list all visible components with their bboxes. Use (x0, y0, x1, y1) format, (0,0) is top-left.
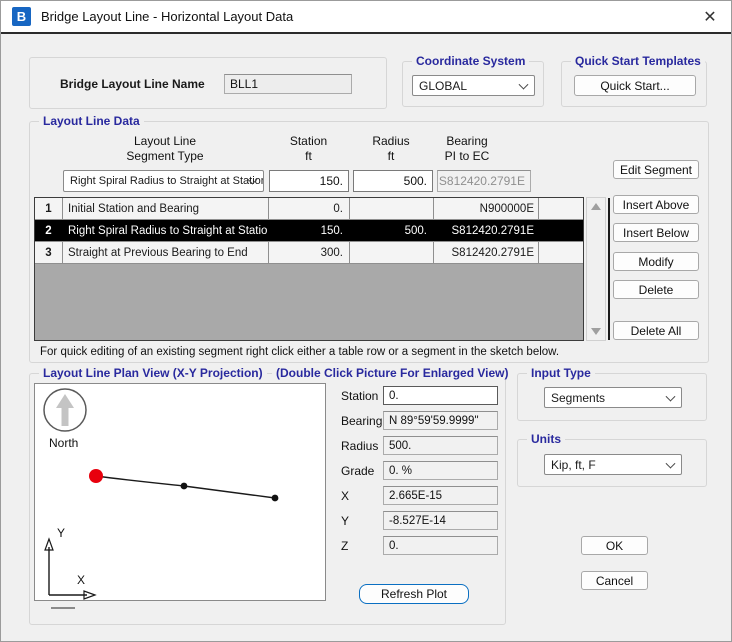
window-title: Bridge Layout Line - Horizontal Layout D… (41, 9, 293, 24)
z-info-field: 0. (383, 536, 498, 555)
coordinate-system-label: Coordinate System (412, 54, 529, 68)
delete-button[interactable]: Delete (613, 280, 699, 299)
x-label: X (341, 489, 349, 503)
quick-start-button[interactable]: Quick Start... (574, 75, 696, 96)
coordinate-system-select[interactable]: GLOBAL (412, 75, 535, 96)
delete-all-button[interactable]: Delete All (613, 321, 699, 340)
coordinate-system-group: Coordinate System GLOBAL (402, 61, 544, 107)
plan-view-canvas[interactable]: Y X North (34, 383, 326, 601)
quick-edit-note: For quick editing of an existing segment… (40, 346, 559, 358)
units-value: Kip, ft, F (551, 458, 596, 472)
axis-x-glyph: X (77, 573, 85, 587)
north-label: North (49, 436, 78, 450)
header-segment-type: Layout Line Segment Type (62, 134, 268, 164)
table-scrollbar[interactable] (586, 197, 606, 341)
input-type-group: Input Type Segments (517, 373, 707, 421)
table-row[interactable]: 3 Straight at Previous Bearing to End 30… (35, 242, 583, 264)
table-row-selected[interactable]: 2 Right Spiral Radius to Straight at Sta… (35, 220, 583, 242)
plan-view-sketch: Y X (35, 384, 325, 600)
radius-edit-field[interactable]: 500. (353, 170, 433, 192)
input-type-label: Input Type (527, 366, 595, 380)
y-label: Y (341, 514, 349, 528)
coordinate-system-value: GLOBAL (419, 79, 467, 93)
scroll-up-icon[interactable] (591, 203, 601, 210)
segment-type-select[interactable]: Right Spiral Radius to Straight at Stati… (63, 170, 264, 192)
layout-line-name-field[interactable] (224, 74, 352, 94)
radius-label: Radius (341, 439, 378, 453)
units-group: Units Kip, ft, F (517, 439, 707, 487)
bridge-layout-dialog: B Bridge Layout Line - Horizontal Layout… (0, 0, 732, 642)
segments-table: 1 Initial Station and Bearing 0. N900000… (34, 197, 584, 341)
x-info-field: 2.665E-15 (383, 486, 498, 505)
station-edit-field[interactable]: 150. (269, 170, 349, 192)
plan-view-label: Layout Line Plan View (X-Y Projection) (39, 366, 267, 380)
name-group: Bridge Layout Line Name (29, 57, 387, 109)
layout-line-name-input[interactable] (230, 75, 351, 93)
modify-button[interactable]: Modify (613, 252, 699, 271)
bearing-label: Bearing (341, 414, 382, 428)
z-label: Z (341, 539, 348, 553)
grade-info-field: 0. % (383, 461, 498, 480)
title-bar: B Bridge Layout Line - Horizontal Layout… (1, 1, 731, 34)
plan-view-sublabel: (Double Click Picture For Enlarged View) (272, 366, 513, 380)
quick-start-group: Quick Start Templates Quick Start... (561, 61, 707, 107)
input-type-select[interactable]: Segments (544, 387, 682, 408)
segment-type-value: Right Spiral Radius to Straight at Stati… (70, 175, 264, 187)
app-icon: B (12, 7, 31, 26)
y-info-field: -8.527E-14 (383, 511, 498, 530)
axis-y-glyph: Y (57, 526, 65, 540)
table-row[interactable]: 1 Initial Station and Bearing 0. N900000… (35, 198, 583, 220)
ok-button[interactable]: OK (581, 536, 648, 555)
cancel-button[interactable]: Cancel (581, 571, 648, 590)
refresh-plot-button[interactable]: Refresh Plot (359, 584, 469, 604)
bearing-info-field: N 89°59'59.9999" (383, 411, 498, 430)
divider (608, 198, 610, 340)
edit-segment-button[interactable]: Edit Segment (613, 160, 699, 179)
name-label: Bridge Layout Line Name (60, 77, 205, 91)
station-info-field[interactable]: 0. (383, 386, 498, 405)
insert-above-button[interactable]: Insert Above (613, 195, 699, 214)
scroll-down-icon[interactable] (591, 328, 601, 335)
quick-start-label: Quick Start Templates (571, 54, 705, 68)
input-type-value: Segments (551, 391, 605, 405)
bearing-edit-field: S812420.2791E (437, 170, 531, 192)
grade-label: Grade (341, 464, 374, 478)
units-label: Units (527, 432, 565, 446)
close-icon[interactable]: ✕ (689, 1, 731, 32)
chevron-down-icon (519, 79, 529, 89)
header-station: Station ft (268, 134, 349, 164)
station-label: Station (341, 389, 378, 403)
layout-line-data-label: Layout Line Data (39, 114, 144, 128)
radius-info-field: 500. (383, 436, 498, 455)
chevron-down-icon (666, 458, 676, 468)
insert-below-button[interactable]: Insert Below (613, 223, 699, 242)
units-select[interactable]: Kip, ft, F (544, 454, 682, 475)
scale-bar (51, 607, 75, 609)
chevron-down-icon (666, 391, 676, 401)
header-bearing: Bearing PI to EC (421, 134, 513, 164)
